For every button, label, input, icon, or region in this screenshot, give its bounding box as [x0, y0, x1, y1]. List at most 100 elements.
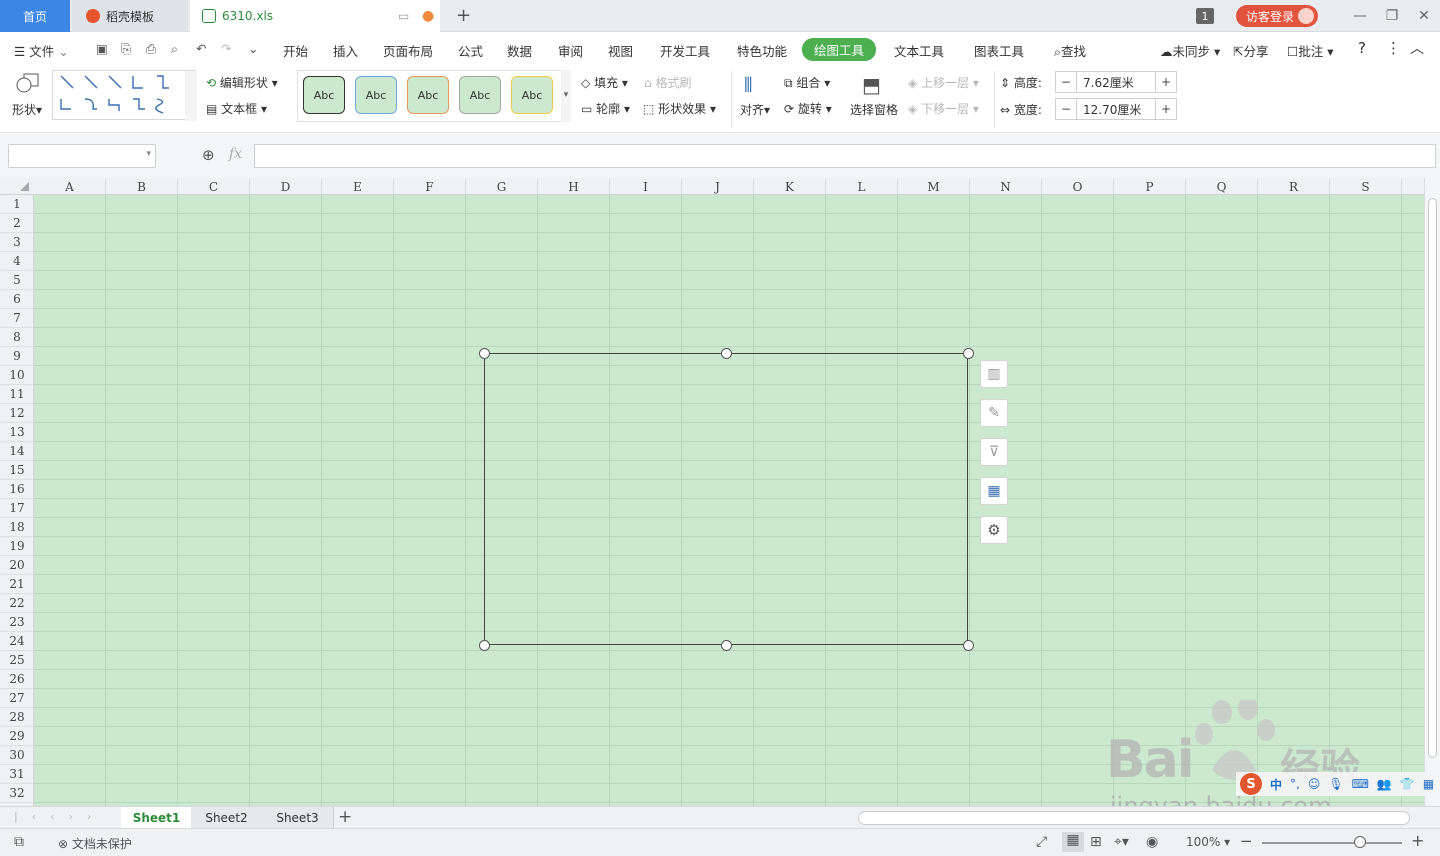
keyboard-icon[interactable]: ⌨	[1352, 777, 1369, 791]
new-tab-plus-icon[interactable]: +	[456, 5, 471, 26]
column-header-l[interactable]: L	[826, 178, 898, 195]
chart-elements-button[interactable]: ▥	[980, 360, 1008, 388]
login-button[interactable]: 访客登录	[1235, 5, 1318, 27]
row-header-11[interactable]: 11	[0, 385, 34, 404]
eye-protection-icon[interactable]: ◉	[1146, 834, 1158, 850]
select-all-icon[interactable]	[20, 182, 29, 191]
minimize-icon[interactable]: —	[1344, 8, 1376, 24]
rotate-button[interactable]: ⟳ 旋转 ▾	[784, 100, 832, 117]
resize-handle-bottom-right[interactable]	[963, 640, 974, 651]
row-header-27[interactable]: 27	[0, 689, 34, 708]
selected-rectangle-shape[interactable]	[484, 353, 968, 645]
print-icon[interactable]: ⎙	[146, 41, 156, 57]
shape-effect-button[interactable]: ⬚ 形状效果 ▾	[643, 100, 716, 117]
vertical-scroll-thumb[interactable]	[1428, 198, 1437, 758]
emoji-icon[interactable]: ☺	[1308, 777, 1321, 791]
sync-button[interactable]: ☁未同步 ▾	[1160, 41, 1220, 60]
row-header-21[interactable]: 21	[0, 575, 34, 594]
row-header-12[interactable]: 12	[0, 404, 34, 423]
row-header-24[interactable]: 24	[0, 632, 34, 651]
window-count-badge[interactable]: 1	[1195, 8, 1214, 24]
chart-filter-button[interactable]: ⊽	[980, 438, 1008, 466]
share-button[interactable]: ⇱分享	[1233, 41, 1269, 60]
column-header-d[interactable]: D	[250, 178, 322, 195]
height-minus-icon[interactable]: −	[1056, 75, 1076, 89]
row-header-8[interactable]: 8	[0, 328, 34, 347]
vertical-scrollbar[interactable]	[1424, 178, 1440, 806]
outline-button[interactable]: ▭ 轮廓 ▾	[581, 100, 630, 117]
row-header-25[interactable]: 25	[0, 651, 34, 670]
bring-forward-button[interactable]: ◈ 上移一层 ▾	[908, 74, 979, 91]
sogou-icon[interactable]: S	[1240, 773, 1262, 795]
zoom-out-icon[interactable]: −	[1240, 832, 1253, 850]
column-header-f[interactable]: F	[394, 178, 466, 195]
zoom-slider-handle[interactable]	[1354, 836, 1366, 848]
column-header-q[interactable]: Q	[1186, 178, 1258, 195]
row-header-15[interactable]: 15	[0, 461, 34, 480]
column-header-i[interactable]: I	[610, 178, 682, 195]
row-header-3[interactable]: 3	[0, 233, 34, 252]
row-header-10[interactable]: 10	[0, 366, 34, 385]
column-header-m[interactable]: M	[898, 178, 970, 195]
formula-input[interactable]	[254, 144, 1436, 168]
zoom-slider[interactable]	[1262, 842, 1402, 844]
tab-daoke-templates[interactable]: 稻壳模板	[72, 0, 188, 32]
page-break-view-icon[interactable]: ⊞	[1090, 834, 1102, 850]
menu-chart-tools[interactable]: 图表工具	[974, 41, 1024, 60]
collapse-ribbon-icon[interactable]: ︿	[1410, 38, 1424, 58]
menu-developer[interactable]: 开发工具	[660, 41, 710, 60]
row-header-29[interactable]: 29	[0, 727, 34, 746]
shape-icon[interactable]	[14, 71, 44, 97]
menu-formula[interactable]: 公式	[458, 41, 483, 60]
width-input[interactable]: 12.70厘米	[1076, 99, 1156, 119]
reading-layout-icon[interactable]: ⌖▾	[1114, 834, 1129, 850]
close-icon[interactable]: ✕	[1408, 8, 1440, 24]
line-shapes-gallery[interactable]	[52, 70, 197, 121]
column-header-j[interactable]: J	[682, 178, 754, 195]
name-box[interactable]: ▾	[8, 144, 156, 168]
save-icon[interactable]: ▣	[96, 41, 108, 56]
column-header-a[interactable]: A	[34, 178, 106, 195]
style-swatch-2[interactable]: Abc	[355, 76, 397, 114]
column-header-p[interactable]: P	[1114, 178, 1186, 195]
resize-handle-top-right[interactable]	[963, 348, 974, 359]
file-menu[interactable]: ☰ 文件 ⌄	[14, 41, 69, 60]
punctuation-icon[interactable]: °,	[1290, 777, 1300, 791]
redo-icon[interactable]: ↷	[221, 41, 231, 56]
shape-button[interactable]: 形状▾	[12, 101, 42, 118]
grid-menu-icon[interactable]: ▦	[1423, 777, 1434, 791]
comment-button[interactable]: ☐批注 ▾	[1287, 41, 1333, 60]
sheet-tab-1[interactable]: Sheet1	[121, 807, 193, 829]
menu-text-tools[interactable]: 文本工具	[894, 41, 944, 60]
monitor-icon[interactable]: ▭	[398, 9, 409, 23]
row-header-30[interactable]: 30	[0, 746, 34, 765]
group-button[interactable]: ⧉ 组合 ▾	[784, 74, 830, 91]
column-header-g[interactable]: G	[466, 178, 538, 195]
export-icon[interactable]: ⎘	[121, 41, 131, 57]
menu-page-layout[interactable]: 页面布局	[383, 41, 433, 60]
menu-special[interactable]: 特色功能	[737, 41, 787, 60]
column-header-s[interactable]: S	[1330, 178, 1402, 195]
fullscreen-icon[interactable]: ⤢	[1036, 834, 1047, 850]
row-header-18[interactable]: 18	[0, 518, 34, 537]
zoom-in-icon[interactable]: +	[1411, 831, 1424, 850]
sheet-tab-2[interactable]: Sheet2	[191, 807, 263, 829]
sheet-tab-3[interactable]: Sheet3	[262, 807, 334, 829]
macro-icon[interactable]: ⧉	[14, 834, 24, 850]
style-swatch-3[interactable]: Abc	[407, 76, 449, 114]
column-header-b[interactable]: B	[106, 178, 178, 195]
selection-pane-button[interactable]: 选择窗格	[850, 101, 898, 118]
menu-insert[interactable]: 插入	[333, 41, 358, 60]
height-input[interactable]: 7.62厘米	[1076, 72, 1156, 92]
column-header-r[interactable]: R	[1258, 178, 1330, 195]
row-header-1[interactable]: 1	[0, 195, 34, 214]
horizontal-scrollbar[interactable]	[858, 811, 1410, 825]
height-plus-icon[interactable]: +	[1156, 75, 1176, 89]
format-painter-button[interactable]: ⌂ 格式刷	[644, 74, 691, 91]
row-header-6[interactable]: 6	[0, 290, 34, 309]
chart-style-button[interactable]: ✎	[980, 399, 1008, 427]
undo-icon[interactable]: ↶	[196, 41, 206, 56]
fx-icon[interactable]: fx	[229, 146, 242, 162]
ime-chinese-mode[interactable]: 中	[1270, 776, 1282, 793]
row-header-16[interactable]: 16	[0, 480, 34, 499]
